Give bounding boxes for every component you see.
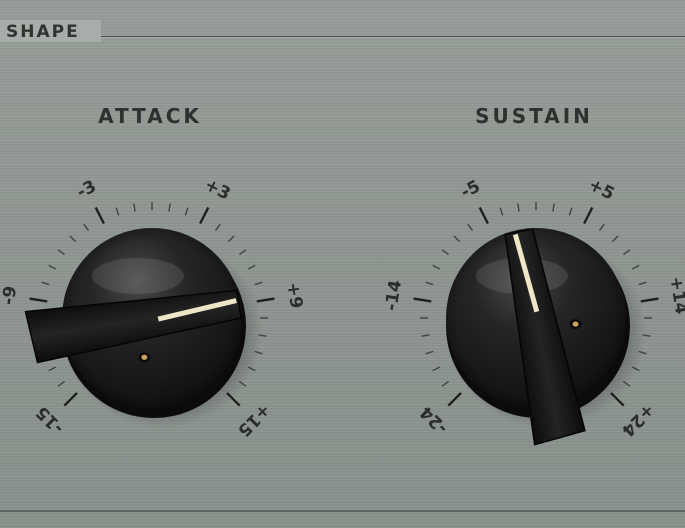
attack-screw-icon — [141, 354, 148, 360]
knobs-canvas: -15-9-3 +3+9+15 -24-14-5 +5+14+24 — [0, 175, 685, 446]
sustain-scale-tick — [517, 203, 520, 212]
attack-scale-tick — [256, 297, 275, 303]
sustain-scale-tick — [640, 297, 659, 303]
sustain-screw-icon — [572, 321, 579, 327]
attack-scale-tick — [48, 366, 57, 372]
bottom-divider — [0, 510, 685, 512]
shape-panel: SHAPE ATTACK SUSTAIN -15 -9 -3 +3 +9 +15… — [0, 0, 685, 528]
sustain-scale-label: +5 — [585, 175, 617, 205]
attack-scale-tick — [41, 281, 50, 286]
attack-scale-label: -9 — [0, 285, 21, 307]
sustain-scale-label: -24 — [416, 402, 452, 438]
attack-scale-label: +9 — [282, 281, 306, 310]
sustain-knob[interactable]: -24-14-5 +5+14+24 — [381, 175, 685, 446]
sustain-scale-label: -5 — [458, 176, 484, 202]
sustain-scale-tick — [568, 207, 573, 216]
attack-scale-tick — [214, 223, 221, 232]
sustain-scale-tick — [453, 235, 461, 243]
attack-scale-tick — [29, 297, 48, 303]
attack-scale-tick — [238, 249, 247, 256]
sustain-scale-label: -14 — [381, 279, 406, 313]
sustain-scale-tick — [432, 264, 441, 270]
attack-scale-tick — [57, 380, 66, 387]
sustain-scale-tick — [638, 281, 647, 286]
sustain-scale-tick — [598, 223, 605, 232]
attack-scale-tick — [247, 264, 256, 270]
attack-scale-tick — [115, 207, 120, 216]
attack-scale-tick — [69, 235, 77, 243]
attack-scale-label: -15 — [32, 402, 68, 438]
attack-scale-label: -3 — [74, 176, 100, 202]
sustain-scale-label: +14 — [665, 275, 685, 316]
attack-scale-tick — [199, 206, 210, 225]
attack-scale-tick — [168, 203, 171, 212]
attack-scale-label: +3 — [201, 175, 233, 205]
attack-scale-tick — [83, 223, 90, 232]
sustain-scale-tick — [432, 366, 441, 372]
sustain-scale-tick — [441, 249, 450, 256]
sustain-scale-tick — [467, 223, 474, 232]
sustain-scale-tick — [447, 392, 462, 407]
sustain-scale-tick — [421, 334, 430, 337]
sustain-scale-tick — [499, 207, 504, 216]
sustain-scale-tick — [413, 297, 432, 303]
attack-scale-tick — [184, 207, 189, 216]
attack-scale-tick — [94, 206, 105, 225]
attack-scale-tick — [227, 235, 235, 243]
attack-scale-tick — [63, 392, 78, 407]
sustain-scale-tick — [425, 350, 434, 355]
sustain-scale-tick — [622, 249, 631, 256]
sustain-scale-tick — [478, 206, 489, 225]
sustain-scale-tick — [611, 235, 619, 243]
sustain-scale-tick — [583, 206, 594, 225]
attack-scale-tick — [254, 281, 263, 286]
sustain-scale-tick — [631, 264, 640, 270]
attack-scale-tick — [133, 203, 136, 212]
sustain-scale-tick — [552, 203, 555, 212]
attack-scale-tick — [48, 264, 57, 270]
attack-knob[interactable]: -15-9-3 +3+9+15 — [0, 175, 306, 440]
attack-knob-highlight — [92, 258, 184, 294]
sustain-scale-tick — [441, 380, 450, 387]
attack-scale-tick — [57, 249, 66, 256]
sustain-scale-tick — [425, 281, 434, 286]
